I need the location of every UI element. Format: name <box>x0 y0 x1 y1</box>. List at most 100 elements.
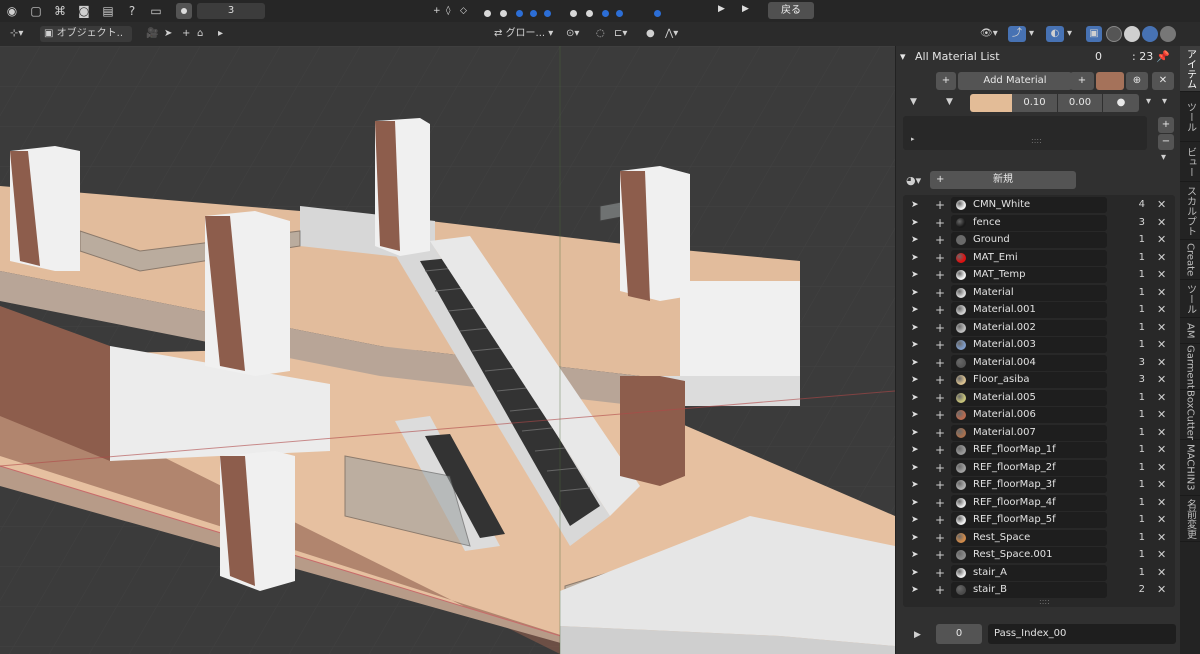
material-name-field[interactable]: REF_floorMap_3f <box>951 477 1107 493</box>
keyframe-dot-icon[interactable] <box>516 10 523 17</box>
delete-icon[interactable]: ✕ <box>1157 530 1166 546</box>
expand-arrow-icon[interactable]: ▶ <box>914 630 921 640</box>
pass-index-name-field[interactable]: Pass_Index_00 <box>988 624 1176 644</box>
delete-icon[interactable]: ✕ <box>1157 425 1166 441</box>
delete-icon[interactable]: ✕ <box>1157 285 1166 301</box>
select-arrow-icon[interactable]: ➤ <box>911 463 919 473</box>
keyframe-dot-icon[interactable] <box>484 10 491 17</box>
new-material-button[interactable]: + 新規 <box>930 171 1076 189</box>
material-row[interactable]: ➤ + Rest_Space 1 ✕ <box>903 529 1175 548</box>
select-arrow-icon[interactable]: ➤ <box>911 393 919 403</box>
add-icon[interactable]: + <box>935 233 945 247</box>
material-row[interactable]: ➤ + Material.002 1 ✕ <box>903 319 1175 338</box>
back-button[interactable]: 戻る <box>768 2 814 19</box>
add-icon[interactable]: + <box>935 566 945 580</box>
select-arrow-icon[interactable]: ➤ <box>911 550 919 560</box>
scene-icon[interactable]: ⌘ <box>53 4 67 18</box>
sidebar-tab[interactable]: MACHIN3 <box>1180 440 1200 496</box>
material-name-field[interactable]: stair_B <box>951 582 1107 598</box>
overlay-toggle[interactable]: ◐ <box>1046 26 1064 42</box>
folder-icon[interactable]: ▭ <box>149 4 163 18</box>
material-row[interactable]: ➤ + Material.001 1 ✕ <box>903 302 1175 320</box>
material-name-field[interactable]: MAT_Emi <box>951 249 1107 266</box>
snap-icon[interactable]: ◌ <box>596 26 605 42</box>
select-arrow-icon[interactable]: ➤ <box>911 235 919 245</box>
sidebar-tab[interactable]: ツール <box>1180 92 1200 142</box>
sidebar-tab[interactable]: Create <box>1180 240 1200 280</box>
material-slot-list[interactable]: ▸ :::: <box>903 116 1147 150</box>
keyframe-dot-icon[interactable] <box>530 10 537 17</box>
add-icon[interactable]: + <box>935 251 945 265</box>
falloff-icon[interactable]: ⋀▾ <box>665 26 678 42</box>
keyframe-dot-icon[interactable] <box>500 10 507 17</box>
delete-icon[interactable]: ✕ <box>1157 267 1166 283</box>
add-icon[interactable]: + <box>935 496 945 510</box>
chevron-down-icon[interactable]: ▾ <box>1161 152 1166 163</box>
material-name-field[interactable]: REF_floorMap_1f <box>951 442 1107 458</box>
sidebar-tab[interactable]: 名前変更 <box>1180 496 1200 542</box>
record-button[interactable] <box>176 3 192 19</box>
select-arrow-icon[interactable]: ➤ <box>911 568 919 578</box>
add-icon[interactable]: + <box>935 548 945 562</box>
delete-icon[interactable]: ✕ <box>1157 320 1166 336</box>
add-icon[interactable]: + <box>182 26 190 42</box>
material-shading-icon[interactable] <box>1142 26 1158 42</box>
material-name-field[interactable]: stair_A <box>951 564 1107 581</box>
snap-target-icon[interactable]: ⊏▾ <box>614 26 627 42</box>
add-icon[interactable]: + <box>935 583 945 597</box>
select-arrow-icon[interactable]: ➤ <box>911 323 919 333</box>
material-browse-icon[interactable]: ◕▾ <box>906 174 921 187</box>
select-cursor-icon[interactable]: ➤ <box>164 26 172 42</box>
frame-field[interactable]: 3 <box>197 3 265 19</box>
panel-header[interactable]: ▾ All Material List 0 : 23 📌 <box>900 48 1175 66</box>
delete-icon[interactable]: ✕ <box>1157 232 1166 248</box>
material-row[interactable]: ➤ + stair_A 1 ✕ <box>903 564 1175 583</box>
delete-icon[interactable]: ✕ <box>1157 495 1166 511</box>
add-icon[interactable]: + <box>935 268 945 282</box>
add-icon[interactable]: + <box>935 286 945 300</box>
add-circle-icon[interactable]: ⊕ <box>1126 72 1148 90</box>
add-icon[interactable]: + <box>935 513 945 527</box>
material-row[interactable]: ➤ + Ground 1 ✕ <box>903 232 1175 250</box>
material-name-field[interactable]: Ground <box>951 232 1107 248</box>
select-arrow-icon[interactable]: ➤ <box>911 498 919 508</box>
pass-index-field[interactable]: 0 <box>936 624 982 644</box>
resize-handle-icon[interactable]: :::: <box>1031 136 1042 145</box>
select-arrow-icon[interactable]: ➤ <box>911 305 919 315</box>
select-arrow-icon[interactable]: ➤ <box>911 270 919 280</box>
material-name-field[interactable]: Material.004 <box>951 354 1107 371</box>
sidebar-tab[interactable]: BoxCutter <box>1180 390 1200 440</box>
select-arrow-icon[interactable]: ➤ <box>911 358 919 368</box>
collapse-arrow-icon[interactable]: ▾ <box>900 50 906 63</box>
material-row[interactable]: ➤ + REF_floorMap_3f 1 ✕ <box>903 477 1175 495</box>
material-name-field[interactable]: fence <box>951 214 1107 231</box>
help-icon[interactable]: ? <box>125 4 139 18</box>
select-arrow-icon[interactable]: ➤ <box>911 253 919 263</box>
editor-type-icon[interactable]: ⊹▾ <box>10 26 23 42</box>
add-icon[interactable]: + <box>935 426 945 440</box>
mode-select[interactable]: ▣ オブジェクト.. <box>40 26 132 42</box>
material-row[interactable]: ➤ + Material.007 1 ✕ <box>903 424 1175 443</box>
window-icon[interactable]: ▤ <box>101 4 115 18</box>
play-icon[interactable]: ▶ <box>718 4 725 14</box>
select-arrow-icon[interactable]: ➤ <box>911 218 919 228</box>
visibility-icon[interactable]: 👁▾ <box>980 26 998 42</box>
sidebar-tab[interactable]: アイテム <box>1180 46 1200 92</box>
material-name-field[interactable]: Material.001 <box>951 302 1107 318</box>
select-arrow-icon[interactable]: ➤ <box>911 515 919 525</box>
select-arrow-icon[interactable]: ➤ <box>911 375 919 385</box>
add-icon[interactable]: + <box>935 198 945 212</box>
select-arrow-icon[interactable]: ➤ <box>911 480 919 490</box>
select-arrow-icon[interactable]: ➤ <box>911 428 919 438</box>
chevron-down-icon[interactable]: ▾ <box>1146 96 1151 107</box>
delete-icon[interactable]: ✕ <box>1157 215 1166 231</box>
add-icon[interactable]: + <box>935 321 945 335</box>
sidebar-tab[interactable]: ビュー <box>1180 142 1200 182</box>
material-row[interactable]: ➤ + REF_floorMap_1f 1 ✕ <box>903 442 1175 460</box>
material-name-field[interactable]: Material.005 <box>951 389 1107 406</box>
expand-arrow-icon[interactable]: ▼ <box>946 97 953 107</box>
add-icon[interactable]: + <box>935 356 945 370</box>
material-row[interactable]: ➤ + Material.003 1 ✕ <box>903 337 1175 355</box>
material-name-field[interactable]: Material.007 <box>951 424 1107 441</box>
plus-icon[interactable]: + <box>433 6 441 16</box>
